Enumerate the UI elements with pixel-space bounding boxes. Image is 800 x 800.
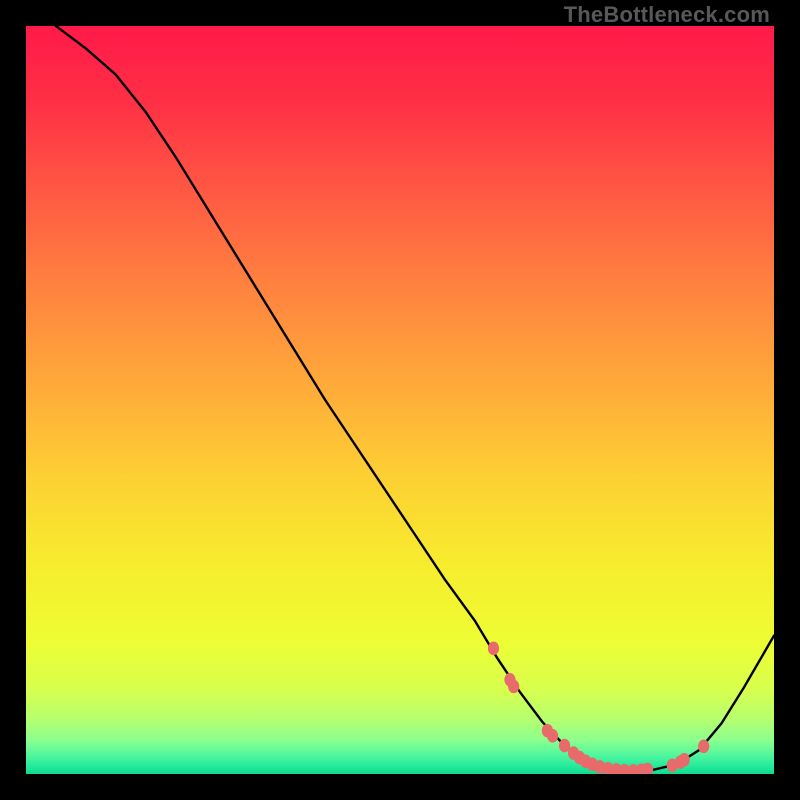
curve-marker bbox=[508, 680, 519, 694]
curve-marker bbox=[547, 729, 558, 743]
chart-svg bbox=[26, 26, 774, 774]
watermark-text: TheBottleneck.com bbox=[564, 2, 770, 28]
gradient-background bbox=[26, 26, 774, 774]
curve-marker bbox=[488, 642, 499, 656]
curve-marker bbox=[698, 740, 709, 754]
curve-marker bbox=[679, 753, 690, 767]
chart-frame bbox=[26, 26, 774, 774]
